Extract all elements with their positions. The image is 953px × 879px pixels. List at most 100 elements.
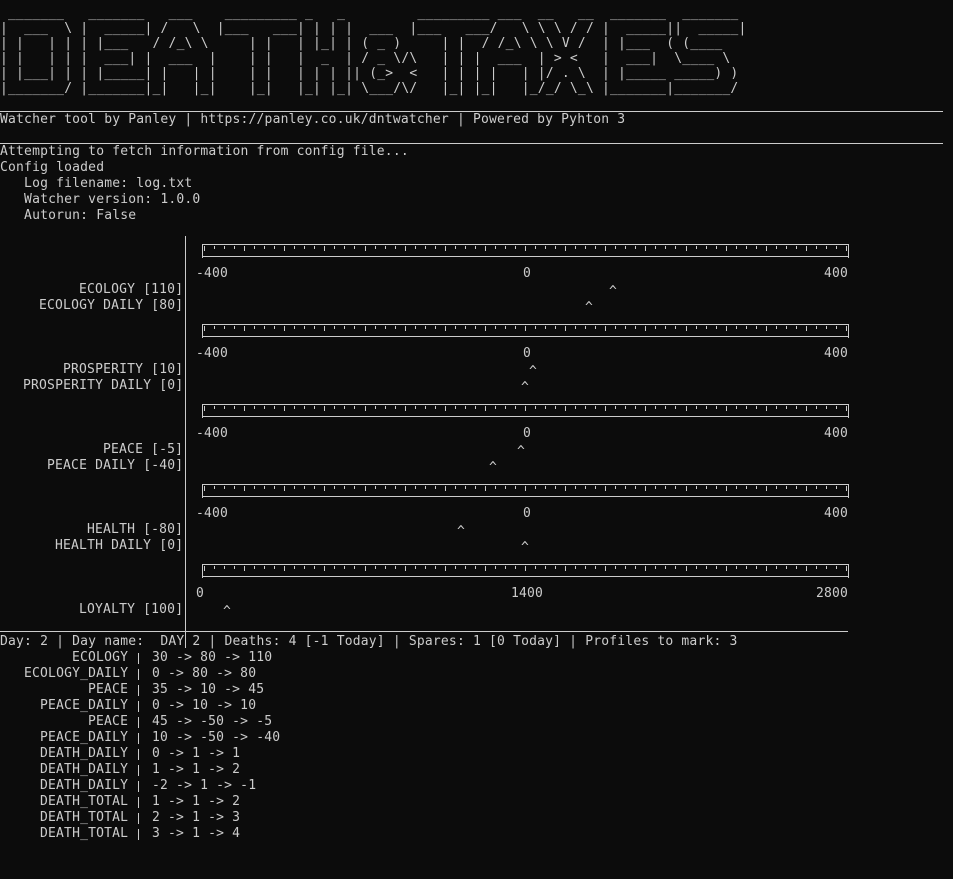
ruler-tick <box>475 246 476 249</box>
change-values: 2 -> 1 -> 3 <box>152 810 241 825</box>
ruler-tick <box>375 486 376 489</box>
ruler-tick <box>224 246 225 249</box>
ruler-top-line <box>202 484 848 485</box>
ruler-tick <box>545 486 546 489</box>
ruler-tick <box>565 326 566 331</box>
ruler-tick <box>334 566 335 569</box>
ruler-tick <box>575 246 576 249</box>
stat-label: ECOLOGY [110] <box>79 282 184 297</box>
ruler-tick <box>254 486 255 489</box>
change-values: 0 -> 10 -> 10 <box>152 698 257 713</box>
ruler-tick <box>585 246 586 249</box>
ruler-tick <box>545 326 546 329</box>
ruler-bottom-line <box>202 496 848 497</box>
config-autorun: Autorun: False <box>0 208 137 223</box>
status-line: Day: 2 | Day name: DAY 2 | Deaths: 4 [-1… <box>0 634 738 649</box>
ruler-tick <box>234 246 235 249</box>
ruler-tick <box>505 406 506 409</box>
ruler-tick <box>435 566 436 569</box>
ruler-tick <box>314 406 315 409</box>
axis-tick-label: 1400 <box>511 586 544 601</box>
ruler-tick <box>756 486 757 489</box>
ruler-tick <box>766 246 767 251</box>
ruler-tick <box>465 486 466 489</box>
ruler-tick <box>234 326 235 329</box>
ruler-tick <box>365 246 366 251</box>
ruler-tick <box>415 326 416 329</box>
ruler-tick <box>495 246 496 249</box>
ruler-tick <box>224 406 225 409</box>
ruler-tick <box>776 406 777 409</box>
ruler-tick <box>294 326 295 329</box>
ruler-tick <box>706 486 707 489</box>
ruler-tick <box>445 486 446 491</box>
ruler-tick <box>475 566 476 569</box>
value-marker: ^ <box>223 604 232 619</box>
ruler-tick <box>675 406 676 409</box>
ruler-tick <box>244 486 245 491</box>
ruler-tick <box>284 486 285 491</box>
ruler-tick <box>655 406 656 409</box>
ruler-tick <box>655 246 656 249</box>
axis-tick-label: 400 <box>824 266 849 281</box>
ruler-tick <box>655 326 656 329</box>
ruler-tick <box>645 326 646 331</box>
ruler-tick <box>696 246 697 249</box>
ruler-tick <box>645 566 646 571</box>
ruler-tick <box>204 486 205 491</box>
change-name: ECOLOGY <box>72 650 129 665</box>
ruler-tick <box>665 406 666 409</box>
ruler-tick <box>565 566 566 571</box>
ruler-tick <box>736 326 737 329</box>
axis-tick-label: 0 <box>523 426 532 441</box>
ruler-tick <box>706 326 707 329</box>
ruler-tick <box>746 566 747 569</box>
ruler-tick <box>425 326 426 329</box>
ruler-tick <box>274 566 275 569</box>
terminal-window[interactable]: _______ _______ ___ _________ _ _ ______… <box>0 0 953 879</box>
change-separator <box>138 765 139 776</box>
ruler-tick <box>625 406 626 409</box>
ruler-tick <box>816 566 817 569</box>
ruler-tick <box>665 566 666 569</box>
ruler-tick <box>746 246 747 249</box>
ruler-tick <box>525 486 526 491</box>
ruler-tick <box>415 406 416 409</box>
ruler-tick <box>716 566 717 569</box>
ruler-tick <box>284 406 285 411</box>
ruler-edge-right <box>848 324 849 338</box>
config-fetch-line: Attempting to fetch information from con… <box>0 144 409 159</box>
ruler-tick <box>234 566 235 569</box>
change-separator <box>138 669 139 680</box>
header-line: Watcher tool by Panley | https://panley.… <box>0 112 626 127</box>
ruler-tick <box>846 246 847 251</box>
ruler-tick <box>746 406 747 409</box>
change-separator <box>138 717 139 728</box>
config-watcher-version: Watcher version: 1.0.0 <box>0 192 201 207</box>
ruler-tick <box>806 326 807 331</box>
value-marker: ^ <box>585 300 594 315</box>
ruler-tick <box>545 566 546 569</box>
axis-tick-label: 0 <box>523 266 532 281</box>
ruler-tick <box>555 486 556 489</box>
ruler-tick <box>696 406 697 409</box>
change-name: PEACE_DAILY <box>40 698 129 713</box>
ruler-tick <box>314 246 315 249</box>
ruler-tick <box>204 246 205 251</box>
ruler-tick <box>726 246 727 251</box>
ruler-tick <box>244 246 245 251</box>
ruler-tick <box>204 326 205 331</box>
ruler-tick <box>375 326 376 329</box>
ruler-tick <box>836 486 837 489</box>
ruler-tick <box>244 566 245 571</box>
ruler-tick <box>385 406 386 409</box>
ruler-tick <box>344 326 345 329</box>
ruler-tick <box>505 486 506 489</box>
axis-tick-label: 400 <box>824 506 849 521</box>
ruler-tick <box>304 246 305 249</box>
ruler-tick <box>796 326 797 329</box>
ruler-tick <box>706 406 707 409</box>
ruler-tick <box>826 566 827 569</box>
ruler-bottom-line <box>202 336 848 337</box>
ruler-tick <box>575 326 576 329</box>
